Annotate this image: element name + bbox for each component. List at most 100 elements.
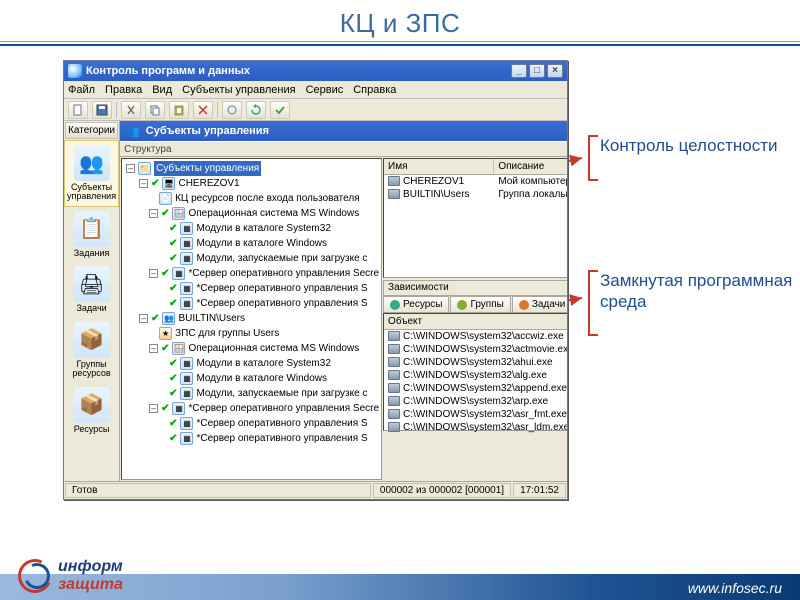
tree-item[interactable]: *Сервер оперативного управления Secre: [188, 401, 379, 416]
min-button[interactable]: _: [511, 64, 527, 78]
window-title: Контроль программ и данных: [86, 65, 250, 77]
tab-tasks[interactable]: Задачи: [512, 296, 567, 312]
file-row[interactable]: C:\WINDOWS\system32\append.exe: [384, 382, 567, 395]
tree-item[interactable]: Модули в каталоге System32: [196, 221, 330, 236]
tree-item[interactable]: Операционная система MS Windows: [188, 341, 359, 356]
file-row[interactable]: C:\WINDOWS\system32\asr_fmt.exe: [384, 408, 567, 421]
tool-new[interactable]: [68, 101, 88, 119]
tool-check[interactable]: [270, 101, 290, 119]
tool-delete[interactable]: [193, 101, 213, 119]
status-time: 17:01:52: [513, 483, 566, 498]
pane-title-text: Субъекты управления: [146, 125, 269, 137]
status-bar: Готов 000002 из 000002 [000001] 17:01:52: [64, 481, 567, 499]
menu-edit[interactable]: Правка: [105, 84, 142, 96]
check-icon: ✔: [169, 431, 177, 446]
module-icon: ▦: [180, 222, 193, 235]
exe-icon: [388, 331, 400, 341]
col-name[interactable]: Имя: [384, 159, 494, 174]
expander[interactable]: –: [149, 269, 158, 278]
menu-subjects[interactable]: Субъекты управления: [182, 84, 295, 96]
zps-icon: ★: [159, 327, 172, 340]
expander[interactable]: –: [149, 209, 158, 218]
menu-view[interactable]: Вид: [152, 84, 172, 96]
tree-item[interactable]: CHEREZOV1: [178, 176, 239, 191]
category-label: Задачи: [66, 304, 117, 313]
tree-item[interactable]: КЦ ресурсов после входа пользователя: [175, 191, 360, 206]
check-icon: ✔: [169, 251, 177, 266]
titlebar: Контроль программ и данных _ □ ×: [64, 61, 567, 81]
tree-item[interactable]: Операционная система MS Windows: [188, 206, 359, 221]
tree-item[interactable]: *Сервер оперативного управления S: [196, 416, 367, 431]
pane-icon: 👥: [126, 125, 140, 138]
tab-groups[interactable]: Группы: [450, 296, 510, 312]
tasks-icon: 📋: [74, 211, 110, 247]
menu-bar: Файл Правка Вид Субъекты управления Серв…: [64, 81, 567, 99]
resources-tab-icon: [390, 300, 400, 310]
tool-refresh[interactable]: [246, 101, 266, 119]
tree-item[interactable]: Модули в каталоге Windows: [196, 236, 327, 251]
max-button[interactable]: □: [529, 64, 545, 78]
server-icon: ▦: [180, 417, 193, 430]
tree-root[interactable]: Субъекты управления: [154, 161, 261, 176]
tool-copy[interactable]: [145, 101, 165, 119]
tab-resources[interactable]: Ресурсы: [383, 296, 449, 312]
expander[interactable]: –: [139, 179, 148, 188]
company-logo: информзащита: [18, 558, 123, 594]
file-row[interactable]: C:\WINDOWS\system32\asr_ldm.exe: [384, 421, 567, 434]
slide-footer: информзащита www.infosec.ru: [0, 542, 800, 600]
check-icon: ✔: [151, 311, 159, 326]
computer-icon: [388, 176, 400, 186]
tree-item[interactable]: ЗПС для группы Users: [175, 326, 279, 341]
file-row[interactable]: C:\WINDOWS\system32\ahui.exe: [384, 356, 567, 369]
check-icon: ✔: [169, 416, 177, 431]
server-icon: ▦: [180, 432, 193, 445]
server-icon: ▦: [180, 297, 193, 310]
tree-item[interactable]: *Сервер оперативного управления S: [196, 296, 367, 311]
category-tasks[interactable]: 📋 Задания: [64, 207, 119, 262]
tree-item[interactable]: *Сервер оперативного управления S: [196, 281, 367, 296]
file-row[interactable]: C:\WINDOWS\system32\actmovie.exe: [384, 343, 567, 356]
expander[interactable]: –: [126, 164, 135, 173]
menu-file[interactable]: Файл: [68, 84, 95, 96]
file-row[interactable]: C:\WINDOWS\system32\alg.exe: [384, 369, 567, 382]
tree-item[interactable]: Модули в каталоге System32: [196, 356, 330, 371]
col-desc[interactable]: Описание: [494, 159, 567, 174]
tool-cut[interactable]: [121, 101, 141, 119]
status-counter: 000002 из 000002 [000001]: [373, 483, 511, 498]
category-resource-groups[interactable]: 📦 Группы ресурсов: [64, 318, 119, 383]
tree-item[interactable]: Модули, запускаемые при загрузке с: [196, 251, 367, 266]
server-icon: ▦: [172, 402, 185, 415]
expander[interactable]: –: [139, 314, 148, 323]
list-row[interactable]: CHEREZOV1Мой компьютер: [384, 175, 567, 188]
category-subjects[interactable]: 👥 Субъекты управления: [64, 140, 119, 207]
tool-save[interactable]: [92, 101, 112, 119]
col-object[interactable]: Объект: [384, 314, 567, 329]
tree-item[interactable]: *Сервер оперативного управления Secre: [188, 266, 379, 281]
tree-view[interactable]: –📁Субъекты управления –✔🖥CHEREZOV1 📄КЦ р…: [121, 158, 382, 480]
expander[interactable]: –: [149, 344, 158, 353]
exe-icon: [388, 344, 400, 354]
top-list[interactable]: Имя Описание CHEREZOV1Мой компьютер BUIL…: [383, 158, 567, 278]
category-label: Субъекты управления: [67, 183, 116, 202]
tree-item[interactable]: BUILTIN\Users: [178, 311, 245, 326]
tool-paste[interactable]: [169, 101, 189, 119]
exe-icon: [388, 409, 400, 419]
tree-item[interactable]: *Сервер оперативного управления S: [196, 431, 367, 446]
list-row[interactable]: BUILTIN\UsersГруппа локальны: [384, 188, 567, 201]
close-button[interactable]: ×: [547, 64, 563, 78]
menu-service[interactable]: Сервис: [306, 84, 344, 96]
file-list[interactable]: Объект C:\WINDOWS\system32\accwiz.exe C:…: [383, 313, 567, 431]
footer-url: www.infosec.ru: [688, 580, 782, 596]
tree-item[interactable]: Модули, запускаемые при загрузке с: [196, 386, 367, 401]
expander[interactable]: –: [149, 404, 158, 413]
category-resources[interactable]: 📦 Ресурсы: [64, 383, 119, 438]
tool-props[interactable]: [222, 101, 242, 119]
os-icon: 🪟: [172, 207, 185, 220]
category-jobs[interactable]: 🖨 Задачи: [64, 262, 119, 317]
category-label: Задания: [66, 249, 117, 258]
file-row[interactable]: C:\WINDOWS\system32\arp.exe: [384, 395, 567, 408]
tree-item[interactable]: Модули в каталоге Windows: [196, 371, 327, 386]
logo-mark: [18, 559, 52, 593]
menu-help[interactable]: Справка: [353, 84, 396, 96]
file-row[interactable]: C:\WINDOWS\system32\accwiz.exe: [384, 330, 567, 343]
